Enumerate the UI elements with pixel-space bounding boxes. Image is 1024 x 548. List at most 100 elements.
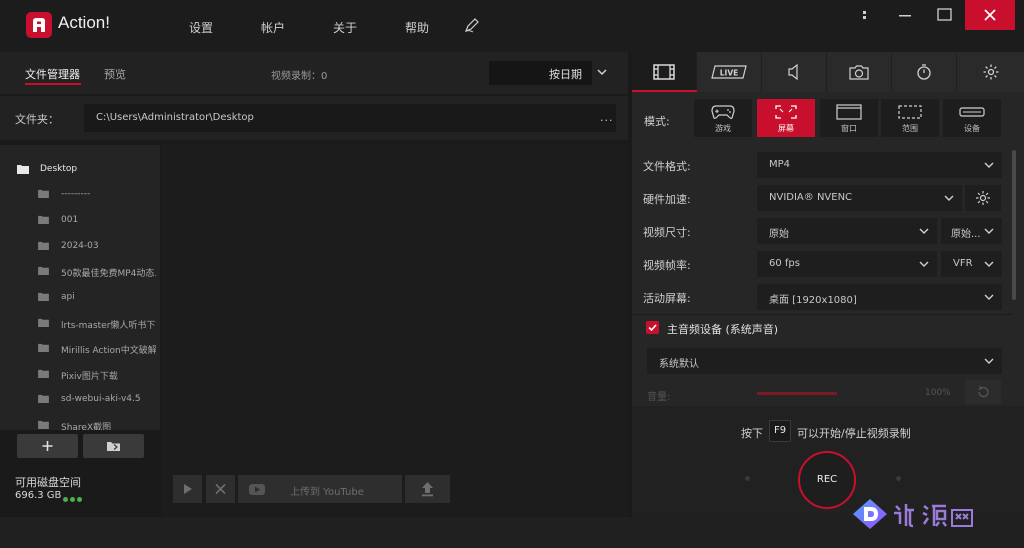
folder-icon	[38, 394, 49, 403]
tree-item-label: Pixiv图片下载	[61, 372, 118, 382]
checkmark-icon	[648, 324, 657, 332]
settings-scrollbar[interactable]	[1012, 150, 1016, 300]
chevron-down-icon	[919, 261, 929, 267]
tree-item[interactable]: lrts-master懒人听书下载	[0, 313, 160, 335]
youtube-icon	[249, 484, 265, 495]
tree-item[interactable]: Pixiv图片下载	[0, 364, 160, 386]
pin-icon[interactable]	[845, 0, 885, 30]
frame-rate-mode-select[interactable]: VFR	[941, 251, 1002, 277]
mode-region-button[interactable]: 范围	[881, 99, 939, 137]
record-button[interactable]: REC	[798, 451, 856, 509]
add-folder-button[interactable]	[17, 434, 78, 458]
tab-settings[interactable]	[957, 52, 1024, 92]
main-audio-checkbox[interactable]	[646, 321, 659, 334]
fullscreen-icon	[775, 105, 797, 119]
frame-rate-value: 60 fps	[769, 258, 800, 269]
main-audio-label: 主音频设备 (系统声音)	[667, 323, 779, 336]
close-icon[interactable]	[965, 0, 1015, 30]
folder-icon	[38, 318, 49, 327]
mode-screen-button[interactable]: 屏幕	[757, 99, 815, 137]
sort-select[interactable]: 按日期	[489, 61, 592, 85]
mode-game-button[interactable]: 游戏	[694, 99, 752, 137]
tree-item[interactable]: sd-webui-aki-v4.5	[0, 389, 160, 411]
upload-youtube-label: 上传到 YouTube	[290, 487, 364, 498]
tab-video-record[interactable]	[632, 52, 697, 92]
active-screen-value: 桌面 [1920x1080]	[769, 295, 857, 306]
video-size-label: 视频尺寸:	[643, 226, 691, 239]
mode-label-game: 游戏	[715, 124, 731, 133]
tree-item[interactable]: ShareX截图	[0, 415, 160, 430]
tab-preview[interactable]: 预览	[104, 66, 126, 82]
menu-help[interactable]: 帮助	[405, 19, 429, 36]
mode-window-button[interactable]: 窗口	[820, 99, 878, 137]
title-bar: Action! 设置 帐户 关于 帮助	[0, 0, 1024, 52]
frame-rate-label: 视频帧率:	[643, 259, 691, 272]
camera-icon	[849, 65, 869, 80]
menu-settings[interactable]: 设置	[189, 19, 213, 36]
tree-root-item[interactable]: Desktop	[0, 159, 160, 181]
tree-item-label: 2024-03	[61, 241, 99, 251]
tree-item[interactable]: 2024-03	[0, 236, 160, 258]
active-screen-select[interactable]: 桌面 [1920x1080]	[757, 284, 1002, 310]
upload-button[interactable]	[405, 475, 450, 503]
menu-account[interactable]: 帐户	[261, 19, 285, 36]
tree-item-label: ---------	[61, 189, 91, 199]
tab-timer[interactable]	[892, 52, 957, 92]
indicator-dot	[896, 476, 901, 481]
hw-accel-label: 硬件加速:	[643, 193, 691, 206]
audio-device-select[interactable]: 系统默认	[647, 348, 1002, 374]
video-size-alt-select[interactable]: 原始...	[941, 218, 1002, 244]
tab-live[interactable]: LIVE	[697, 52, 762, 92]
tree-item-label: 50款最佳免费MP4动态...	[61, 269, 156, 279]
file-format-value: MP4	[769, 159, 791, 170]
play-button[interactable]	[173, 475, 202, 503]
play-icon	[184, 484, 192, 494]
tab-screenshot[interactable]	[827, 52, 892, 92]
video-size-select[interactable]: 原始	[757, 218, 937, 244]
preview-area	[162, 145, 628, 517]
mode-device-button[interactable]: 设备	[943, 99, 1001, 137]
tree-item[interactable]: 001	[0, 210, 160, 232]
delete-button[interactable]	[206, 475, 235, 503]
tree-item-label: api	[61, 292, 75, 302]
tree-item[interactable]: ---------	[0, 184, 160, 206]
menu-about[interactable]: 关于	[333, 19, 357, 36]
tab-audio[interactable]	[762, 52, 827, 92]
tab-file-manager[interactable]: 文件管理器	[25, 66, 80, 82]
folder-icon	[38, 189, 49, 198]
reset-icon	[978, 385, 989, 398]
chevron-down-icon	[919, 228, 929, 234]
file-format-select[interactable]: MP4	[757, 152, 1002, 178]
divider	[632, 314, 1012, 315]
sort-value: 按日期	[549, 68, 582, 81]
maximize-icon[interactable]	[925, 0, 965, 30]
folder-icon	[38, 420, 49, 429]
pen-icon[interactable]	[464, 17, 480, 33]
disk-space-value: 696.3 GB	[15, 490, 62, 501]
chevron-down-icon	[984, 162, 994, 168]
minimize-icon[interactable]	[885, 0, 925, 30]
tree-item[interactable]: 50款最佳免费MP4动态...	[0, 261, 160, 283]
tree-item[interactable]: api	[0, 287, 160, 309]
tree-item-label: Mirillis Action中文破解版	[61, 346, 156, 356]
hw-accel-select[interactable]: NVIDIA® NVENC	[757, 185, 962, 211]
folder-icon	[38, 292, 49, 301]
film-icon	[653, 64, 675, 80]
volume-slider[interactable]	[757, 392, 837, 395]
hw-settings-button[interactable]	[965, 185, 1001, 211]
browse-folder-button[interactable]: ...	[600, 111, 614, 124]
video-size-alt-value: 原始...	[951, 229, 981, 240]
video-size-value: 原始	[769, 229, 789, 240]
volume-label: 音量:	[647, 392, 671, 403]
chevron-down-icon[interactable]	[596, 67, 608, 77]
open-folder-button[interactable]	[83, 434, 144, 458]
tree-item[interactable]: Mirillis Action中文破解版	[0, 338, 160, 360]
hint-prefix: 按下	[741, 427, 763, 440]
frame-rate-select[interactable]: 60 fps	[757, 251, 937, 277]
gamepad-icon	[711, 105, 735, 119]
upload-youtube-button[interactable]: 上传到 YouTube	[238, 475, 402, 503]
folder-icon	[38, 215, 49, 224]
gear-icon	[976, 191, 990, 205]
mode-label-region: 范围	[902, 124, 918, 133]
volume-reset-button[interactable]	[965, 380, 1001, 404]
